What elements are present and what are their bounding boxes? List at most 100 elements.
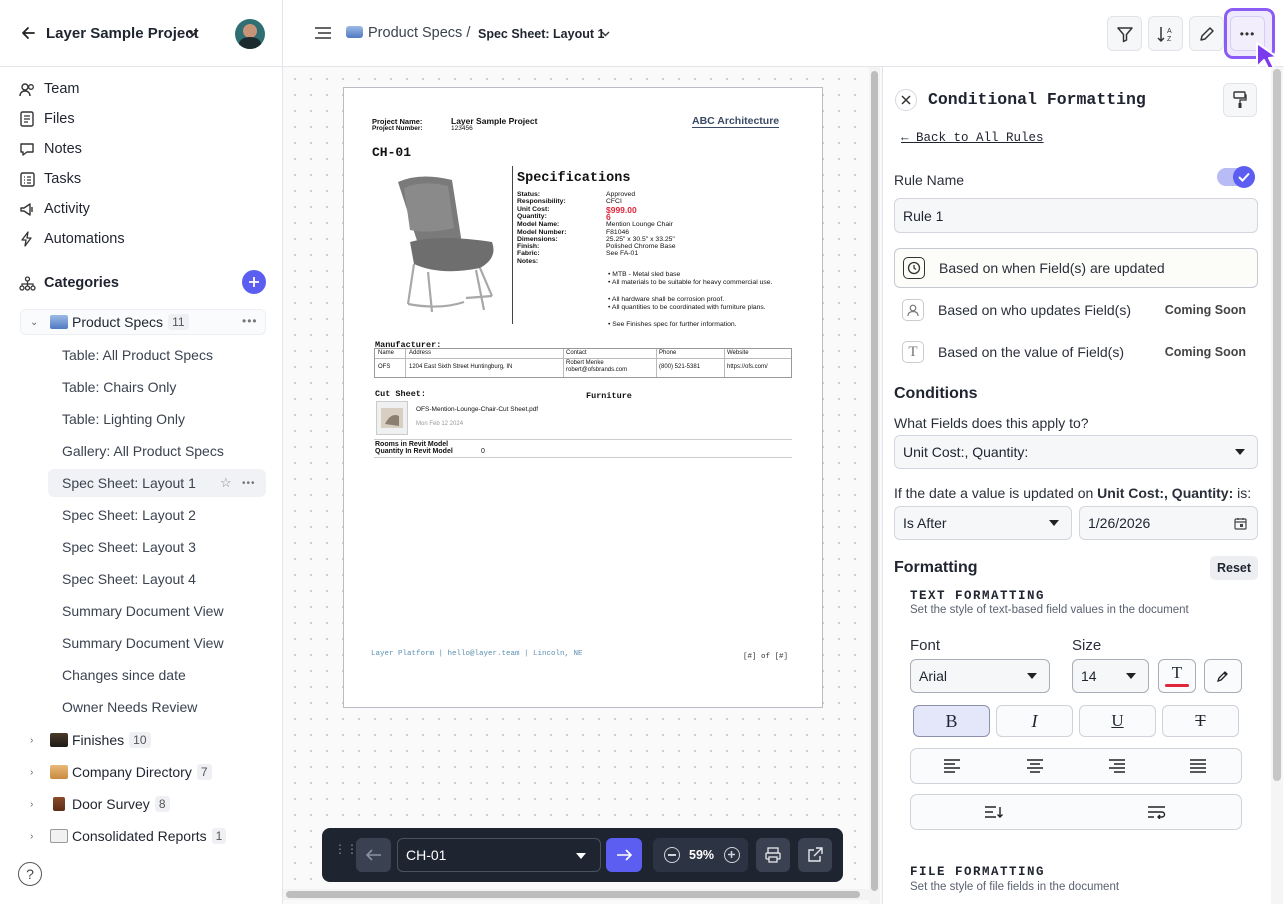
chevron-right-icon[interactable]: ›: [30, 799, 42, 810]
view-item[interactable]: Summary Document View: [62, 632, 224, 654]
view-item[interactable]: Owner Needs Review: [62, 696, 197, 718]
view-item[interactable]: Table: Lighting Only: [62, 408, 185, 430]
sofa-icon: [50, 315, 68, 329]
spec-key: Model Name:: [517, 221, 560, 229]
rule-name-input[interactable]: Rule 1: [894, 198, 1258, 233]
underline-button[interactable]: U: [1079, 705, 1156, 737]
breadcrumb-parent[interactable]: Product Specs /: [368, 25, 470, 41]
edit-button[interactable]: [1189, 16, 1224, 51]
font-select[interactable]: Arial: [910, 659, 1050, 693]
option-who-updates[interactable]: Based on who updates Field(s) Coming Soo…: [894, 290, 1258, 330]
sort-lines-icon[interactable]: [984, 805, 1004, 819]
sort-button[interactable]: AZ: [1148, 16, 1183, 51]
more-options-icon[interactable]: •••: [242, 314, 258, 328]
zoom-in-button[interactable]: [724, 847, 740, 863]
record-select[interactable]: CH-01: [397, 838, 601, 872]
view-item[interactable]: Gallery: All Product Specs: [62, 440, 224, 462]
strikethrough-button[interactable]: T: [1162, 705, 1239, 737]
fields-select[interactable]: Unit Cost:, Quantity:: [894, 435, 1258, 469]
plus-icon: [249, 277, 259, 287]
spec-sheet-page: Project Name: Layer Sample Project Proje…: [343, 87, 823, 708]
drag-handle-icon[interactable]: ⋮⋮: [334, 843, 358, 855]
option-field-updated[interactable]: Based on when Field(s) are updated: [894, 248, 1258, 288]
panel-scrollbar-thumb[interactable]: [1273, 69, 1281, 781]
back-arrow-icon[interactable]: [20, 24, 36, 42]
category-consolidated-reports[interactable]: › Consolidated Reports 1: [30, 825, 227, 847]
view-item[interactable]: Summary Document View: [62, 600, 224, 622]
help-button[interactable]: ?: [18, 862, 42, 886]
open-external-button[interactable]: [798, 838, 832, 872]
star-icon[interactable]: ☆: [220, 475, 232, 491]
category-product-specs[interactable]: ⌄ Product Specs 11: [30, 311, 189, 333]
vertical-scrollbar-thumb[interactable]: [871, 71, 878, 891]
view-item[interactable]: Spec Sheet: Layout 3: [62, 536, 196, 558]
date-question-text: If the date a value is updated on: [894, 485, 1098, 501]
chevron-down-icon[interactable]: ⌄: [30, 317, 42, 328]
horizontal-scrollbar-thumb[interactable]: [286, 891, 860, 898]
category-company-directory[interactable]: › Company Directory 7: [30, 761, 212, 783]
file-thumbnail[interactable]: [376, 401, 408, 435]
fields-select-value: Unit Cost:, Quantity:: [903, 444, 1029, 460]
next-record-button[interactable]: [606, 838, 642, 872]
reset-button[interactable]: Reset: [1210, 556, 1258, 580]
nav-item-team[interactable]: Team: [18, 77, 79, 101]
option-field-value[interactable]: T Based on the value of Field(s) Coming …: [894, 332, 1258, 372]
view-item[interactable]: Spec Sheet: Layout 4: [62, 568, 196, 590]
date-value: 1/26/2026: [1088, 515, 1151, 531]
file-formatting-desc: Set the style of file fields in the docu…: [910, 881, 1120, 893]
view-item[interactable]: Changes since date: [62, 664, 186, 686]
category-finishes[interactable]: › Finishes 10: [30, 729, 151, 751]
close-panel-button[interactable]: [895, 89, 917, 111]
back-to-rules-link[interactable]: ← Back to All Rules: [901, 131, 1044, 145]
chevron-right-icon[interactable]: ›: [30, 831, 42, 842]
more-options-icon[interactable]: •••: [242, 478, 256, 489]
count-badge: 11: [168, 314, 189, 330]
view-item[interactable]: Spec Sheet: Layout 2: [62, 504, 196, 526]
text-color-button[interactable]: T: [1158, 659, 1196, 693]
chevron-down-icon[interactable]: [601, 30, 610, 37]
operator-select[interactable]: Is After: [894, 506, 1072, 540]
project-title[interactable]: Layer Sample Project: [46, 25, 199, 42]
avatar[interactable]: [235, 19, 265, 49]
nav-item-automations[interactable]: Automations: [18, 227, 125, 251]
dropdown-arrow-icon: [1126, 673, 1136, 679]
fields-question: What Fields does this apply to?: [894, 415, 1089, 431]
menu-icon[interactable]: [314, 26, 332, 40]
date-input[interactable]: 1/26/2026: [1079, 506, 1258, 540]
file-name[interactable]: OFS-Mention-Lounge-Chair-Cut Sheet.pdf: [416, 406, 538, 413]
align-center-icon[interactable]: [1026, 759, 1044, 773]
align-justify-icon[interactable]: [1189, 759, 1207, 773]
add-category-button[interactable]: [242, 270, 266, 294]
highlight-button[interactable]: [1204, 659, 1242, 693]
document-canvas[interactable]: Project Name: Layer Sample Project Proje…: [283, 67, 882, 904]
view-item-active[interactable]: Spec Sheet: Layout 1: [62, 472, 196, 494]
view-item[interactable]: Table: Chairs Only: [62, 376, 176, 398]
align-right-icon[interactable]: [1108, 759, 1126, 773]
furniture-label: Furniture: [586, 391, 632, 401]
chevron-right-icon[interactable]: ›: [30, 735, 42, 746]
finishes-icon: [50, 733, 68, 747]
nav-item-notes[interactable]: Notes: [18, 137, 82, 161]
size-select[interactable]: 14: [1072, 659, 1149, 693]
italic-button[interactable]: I: [996, 705, 1073, 737]
bold-button[interactable]: B: [913, 705, 990, 737]
print-button[interactable]: [756, 838, 790, 872]
chevron-right-icon[interactable]: ›: [30, 767, 42, 778]
rule-toggle[interactable]: [1217, 166, 1255, 188]
filter-button[interactable]: [1107, 16, 1142, 51]
format-painter-button[interactable]: [1223, 83, 1257, 117]
previous-record-button[interactable]: [356, 838, 391, 872]
chevron-down-icon[interactable]: [187, 28, 199, 38]
nav-item-activity[interactable]: Activity: [18, 197, 90, 221]
nav-item-tasks[interactable]: Tasks: [18, 167, 81, 191]
category-door-survey[interactable]: › Door Survey 8: [30, 793, 170, 815]
breadcrumb-current[interactable]: Spec Sheet: Layout 1: [478, 27, 604, 41]
wrap-text-icon[interactable]: [1147, 805, 1167, 819]
nav-item-files[interactable]: Files: [18, 107, 75, 131]
align-left-icon[interactable]: [943, 759, 961, 773]
record-navigation-bar: ⋮⋮ CH-01 59%: [322, 828, 843, 882]
calendar-icon[interactable]: [1234, 517, 1247, 530]
view-item[interactable]: Table: All Product Specs: [62, 344, 213, 366]
zoom-out-button[interactable]: [664, 847, 680, 863]
spec-value: Polished Chrome Base: [606, 243, 676, 251]
